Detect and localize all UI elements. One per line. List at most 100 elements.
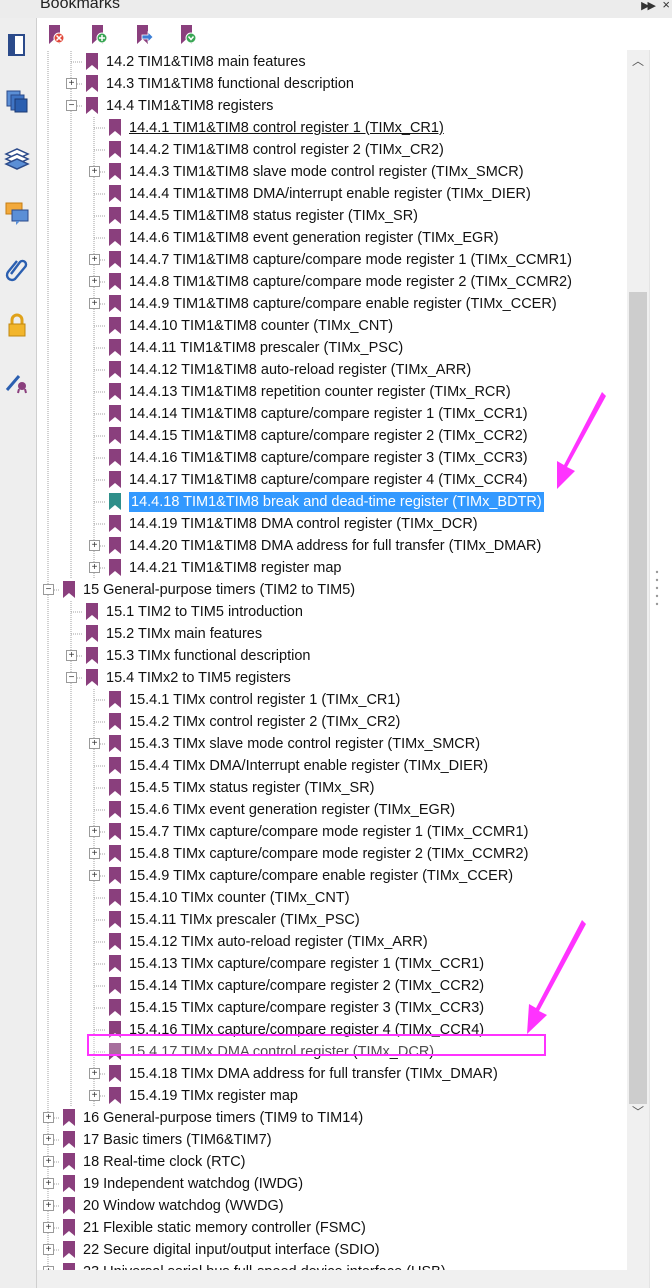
bookmark-label[interactable]: 15.2 TIMx main features [106,624,262,644]
tree-row[interactable]: +14.4.8 TIM1&TIM8 capture/compare mode r… [37,271,627,293]
tree-row[interactable]: +15.4.7 TIMx capture/compare mode regist… [37,821,627,843]
bookmark-label[interactable]: 15.4.7 TIMx capture/compare mode registe… [129,822,528,842]
comments-icon[interactable] [4,200,30,226]
bookmark-label[interactable]: 14.4.16 TIM1&TIM8 capture/compare regist… [129,448,528,468]
expand-icon[interactable]: + [89,276,100,287]
expand-icon[interactable]: + [89,870,100,881]
tree-row[interactable]: 14.4.10 TIM1&TIM8 counter (TIMx_CNT) [37,315,627,337]
expand-icon[interactable]: + [89,166,100,177]
bookmark-label[interactable]: 14.4.3 TIM1&TIM8 slave mode control regi… [129,162,524,182]
bookmark-label[interactable]: 14.4.9 TIM1&TIM8 capture/compare enable … [129,294,557,314]
tree-row[interactable]: 14.4.6 TIM1&TIM8 event generation regist… [37,227,627,249]
bookmark-label[interactable]: 14.4.20 TIM1&TIM8 DMA address for full t… [129,536,541,556]
stack-icon[interactable] [4,144,30,170]
tree-row[interactable]: 15.4.2 TIMx control register 2 (TIMx_CR2… [37,711,627,733]
bookmark-label[interactable]: 15.4 TIMx2 to TIM5 registers [106,668,291,688]
horizontal-scrollbar[interactable] [37,1270,649,1288]
bookmark-label[interactable]: 14.4.2 TIM1&TIM8 control register 2 (TIM… [129,140,444,160]
tree-row[interactable]: 14.4.1 TIM1&TIM8 control register 1 (TIM… [37,117,627,139]
tree-row[interactable]: +19 Independent watchdog (IWDG) [37,1173,627,1195]
bookmark-label[interactable]: 15.4.6 TIMx event generation register (T… [129,800,455,820]
tree-row[interactable]: 15.4.5 TIMx status register (TIMx_SR) [37,777,627,799]
bookmark-label[interactable]: 14.4.18 TIM1&TIM8 break and dead-time re… [129,492,544,512]
tree-row[interactable]: 15.4.12 TIMx auto-reload register (TIMx_… [37,931,627,953]
bookmark-expand-icon[interactable] [178,24,198,46]
bookmark-label[interactable]: 17 Basic timers (TIM6&TIM7) [83,1130,272,1150]
panel-splitter[interactable] [649,50,672,1288]
tree-row[interactable]: − 14.4 TIM1&TIM8 registers [37,95,627,117]
bookmark-label[interactable]: 14.4.8 TIM1&TIM8 capture/compare mode re… [129,272,572,292]
bookmark-delete-icon[interactable] [46,24,66,46]
tree-row[interactable]: − 15.4 TIMx2 to TIM5 registers [37,667,627,689]
bookmark-label[interactable]: 14.4.21 TIM1&TIM8 register map [129,558,342,578]
scroll-up-icon[interactable]: ︿ [627,52,649,70]
expand-icon[interactable]: + [43,1156,54,1167]
expand-icon[interactable]: + [66,650,77,661]
tree-row[interactable]: +14.4.20 TIM1&TIM8 DMA address for full … [37,535,627,557]
bookmark-label[interactable]: 15.4.13 TIMx capture/compare register 1 … [129,954,484,974]
bookmark-label[interactable]: 14.4.17 TIM1&TIM8 capture/compare regist… [129,470,528,490]
bookmark-label[interactable]: 14.4.1 TIM1&TIM8 control register 1 (TIM… [129,118,444,138]
tree-row[interactable]: +17 Basic timers (TIM6&TIM7) [37,1129,627,1151]
attachments-icon[interactable] [4,256,30,282]
bookmark-label[interactable]: 14.4.7 TIM1&TIM8 capture/compare mode re… [129,250,572,270]
panel-options-icon[interactable]: ▶▶ [641,0,656,12]
tree-row[interactable]: +14.4.21 TIM1&TIM8 register map [37,557,627,579]
bookmark-label[interactable]: 14.4.10 TIM1&TIM8 counter (TIMx_CNT) [129,316,393,336]
expand-icon[interactable]: + [89,540,100,551]
security-icon[interactable] [4,312,30,338]
bookmark-label[interactable]: 14.4.6 TIM1&TIM8 event generation regist… [129,228,499,248]
bookmark-label[interactable]: 15.4.14 TIMx capture/compare register 2 … [129,976,484,996]
tree-row[interactable]: 14.4.12 TIM1&TIM8 auto-reload register (… [37,359,627,381]
tree-row[interactable]: 14.4.18 TIM1&TIM8 break and dead-time re… [37,491,627,513]
bookmark-label[interactable]: 14.4.12 TIM1&TIM8 auto-reload register (… [129,360,471,380]
tree-row[interactable]: 15.4.1 TIMx control register 1 (TIMx_CR1… [37,689,627,711]
bookmark-label[interactable]: 14.4.19 TIM1&TIM8 DMA control register (… [129,514,478,534]
expand-icon[interactable]: + [43,1222,54,1233]
tree-row[interactable]: +21 Flexible static memory controller (F… [37,1217,627,1239]
bookmark-label[interactable]: 15.4.5 TIMx status register (TIMx_SR) [129,778,375,798]
bookmark-label[interactable]: 14.4.11 TIM1&TIM8 prescaler (TIMx_PSC) [129,338,403,358]
tree-row[interactable]: 14.4.16 TIM1&TIM8 capture/compare regist… [37,447,627,469]
tree-row[interactable]: 14.4.11 TIM1&TIM8 prescaler (TIMx_PSC) [37,337,627,359]
signatures-icon[interactable] [4,368,30,394]
expand-icon[interactable]: + [89,254,100,265]
expand-icon[interactable]: + [43,1134,54,1145]
bookmark-label[interactable]: 14.2 TIM1&TIM8 main features [106,52,306,72]
tree-row[interactable]: +15.3 TIMx functional description [37,645,627,667]
bookmark-label[interactable]: 15.4.11 TIMx prescaler (TIMx_PSC) [129,910,360,930]
bookmark-goto-icon[interactable] [134,24,154,46]
layers-icon[interactable] [4,88,30,114]
tree-row[interactable]: +18 Real-time clock (RTC) [37,1151,627,1173]
tree-row[interactable]: 15.1 TIM2 to TIM5 introduction [37,601,627,623]
tree-row[interactable]: 15.4.13 TIMx capture/compare register 1 … [37,953,627,975]
bookmark-label[interactable]: 22 Secure digital input/output interface… [83,1240,380,1260]
tree-row[interactable]: +22 Secure digital input/output interfac… [37,1239,627,1261]
tree-row[interactable]: +14.3 TIM1&TIM8 functional description [37,73,627,95]
tree-row[interactable]: +15.4.8 TIMx capture/compare mode regist… [37,843,627,865]
tree-row[interactable]: 15.4.10 TIMx counter (TIMx_CNT) [37,887,627,909]
expand-icon[interactable]: + [89,1090,100,1101]
bookmark-label[interactable]: 14.4.4 TIM1&TIM8 DMA/interrupt enable re… [129,184,531,204]
tree-row[interactable]: 14.4.19 TIM1&TIM8 DMA control register (… [37,513,627,535]
tree-row[interactable]: +14.4.3 TIM1&TIM8 slave mode control reg… [37,161,627,183]
tree-row[interactable]: 14.4.13 TIM1&TIM8 repetition counter reg… [37,381,627,403]
bookmark-label[interactable]: 15.4.3 TIMx slave mode control register … [129,734,480,754]
expand-icon[interactable]: + [66,78,77,89]
bookmark-label[interactable]: 14.3 TIM1&TIM8 functional description [106,74,354,94]
bookmark-label[interactable]: 15.4.1 TIMx control register 1 (TIMx_CR1… [129,690,400,710]
tree-row[interactable]: +20 Window watchdog (WWDG) [37,1195,627,1217]
tree-row[interactable]: 14.4.4 TIM1&TIM8 DMA/interrupt enable re… [37,183,627,205]
bookmark-label[interactable]: 14.4.5 TIM1&TIM8 status register (TIMx_S… [129,206,418,226]
bookmark-label[interactable]: 14.4.14 TIM1&TIM8 capture/compare regist… [129,404,528,424]
tree-row[interactable]: +15.4.19 TIMx register map [37,1085,627,1107]
bookmark-label[interactable]: 15.4.19 TIMx register map [129,1086,298,1106]
tree-row[interactable]: +15.4.18 TIMx DMA address for full trans… [37,1063,627,1085]
bookmark-label[interactable]: 15.4.12 TIMx auto-reload register (TIMx_… [129,932,428,952]
bookmark-label[interactable]: 14.4.13 TIM1&TIM8 repetition counter reg… [129,382,511,402]
tree-row[interactable]: +15.4.3 TIMx slave mode control register… [37,733,627,755]
expand-icon[interactable]: + [89,562,100,573]
bookmark-label[interactable]: 18 Real-time clock (RTC) [83,1152,246,1172]
close-icon[interactable]: × [662,0,670,12]
collapse-icon[interactable]: − [66,100,77,111]
